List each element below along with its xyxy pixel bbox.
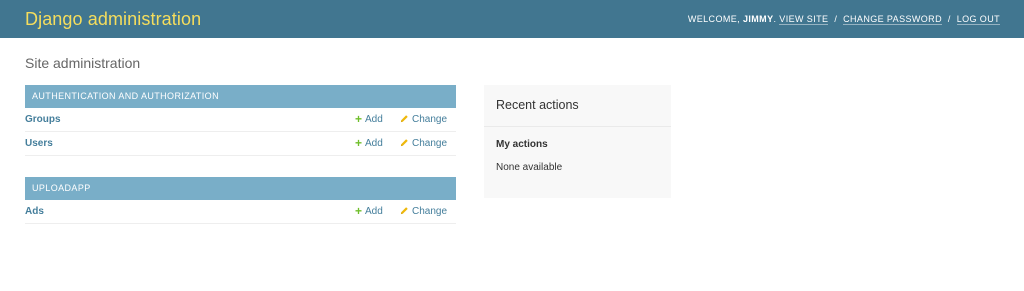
user-tools: WELCOME, JIMMY. VIEW SITE / CHANGE PASSW…: [687, 14, 1000, 25]
app-module-auth: AUTHENTICATION AND AUTHORIZATION Groups …: [25, 85, 456, 156]
app-list: AUTHENTICATION AND AUTHORIZATION Groups …: [25, 85, 456, 245]
add-users-button[interactable]: + Add: [355, 137, 383, 149]
model-link-groups[interactable]: Groups: [25, 114, 61, 125]
add-groups-button[interactable]: + Add: [355, 113, 383, 125]
pencil-icon: [400, 206, 409, 218]
change-ads-button[interactable]: Change: [400, 206, 447, 218]
app-header-uploadapp[interactable]: UPLOADAPP: [25, 177, 456, 200]
model-row-ads: Ads + Add Change: [25, 200, 456, 224]
plus-icon: +: [355, 204, 363, 218]
change-groups-button[interactable]: Change: [400, 114, 447, 126]
change-users-button[interactable]: Change: [400, 138, 447, 150]
recent-actions-module: Recent actions My actions None available: [484, 85, 671, 198]
pencil-icon: [400, 114, 409, 126]
model-link-ads[interactable]: Ads: [25, 206, 44, 217]
site-branding[interactable]: Django administration: [25, 9, 201, 30]
separator: /: [947, 14, 951, 24]
app-module-uploadapp: UPLOADAPP Ads + Add Change: [25, 177, 456, 224]
separator: /: [834, 14, 838, 24]
app-header-auth[interactable]: AUTHENTICATION AND AUTHORIZATION: [25, 85, 456, 108]
change-label: Change: [412, 206, 448, 217]
sidebar: Recent actions My actions None available: [484, 85, 671, 245]
change-label: Change: [412, 138, 448, 149]
add-label: Add: [365, 137, 383, 149]
change-password-link[interactable]: CHANGE PASSWORD: [843, 14, 942, 25]
recent-actions-empty: None available: [496, 162, 563, 173]
my-actions-heading: My actions: [496, 139, 548, 150]
welcome-text: WELCOME,: [687, 14, 741, 24]
username: JIMMY: [742, 14, 774, 24]
add-ads-button[interactable]: + Add: [355, 205, 383, 217]
header: Django administration WELCOME, JIMMY. VI…: [0, 0, 1024, 38]
recent-actions-title: Recent actions: [484, 85, 671, 127]
content: Site administration AUTHENTICATION AND A…: [0, 38, 1024, 261]
model-row-users: Users + Add Change: [25, 131, 456, 156]
log-out-link[interactable]: LOG OUT: [956, 14, 1000, 25]
plus-icon: +: [355, 112, 363, 126]
add-label: Add: [365, 113, 383, 125]
pencil-icon: [400, 138, 409, 150]
model-row-groups: Groups + Add Change: [25, 108, 456, 132]
page-title: Site administration: [25, 55, 141, 71]
model-link-users[interactable]: Users: [25, 138, 53, 149]
view-site-link[interactable]: VIEW SITE: [779, 14, 829, 25]
plus-icon: +: [355, 136, 363, 150]
change-label: Change: [412, 114, 448, 125]
add-label: Add: [365, 205, 383, 217]
